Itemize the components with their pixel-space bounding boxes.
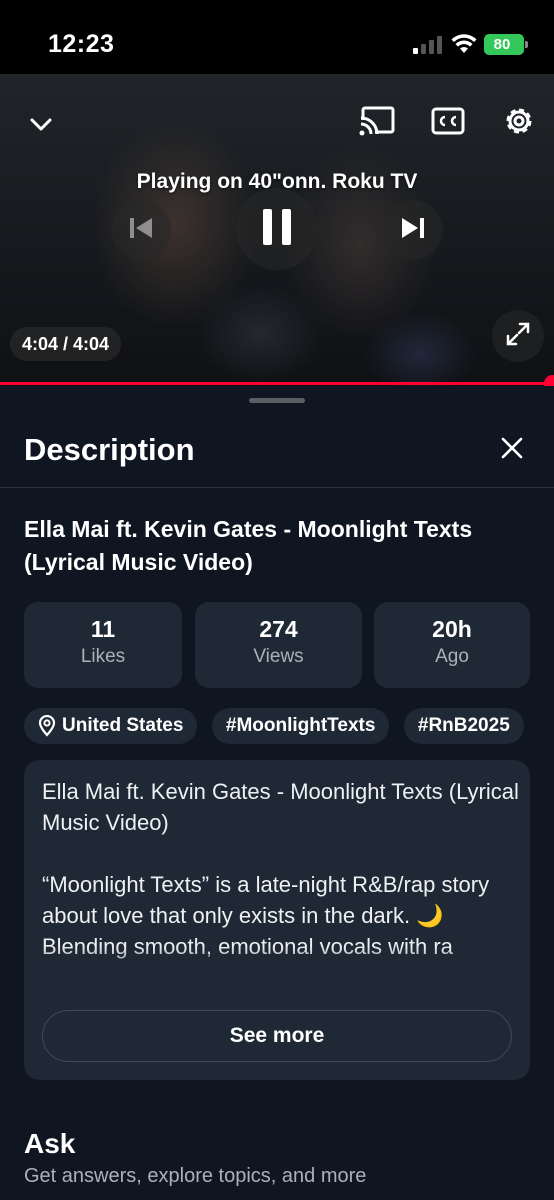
captions-icon[interactable] (430, 104, 466, 138)
ask-section-title: Ask (24, 1128, 76, 1159)
previous-button[interactable] (111, 200, 171, 260)
sheet-title: Description (24, 432, 195, 467)
pause-button[interactable] (236, 188, 318, 270)
close-button[interactable] (494, 432, 530, 468)
next-button[interactable] (383, 200, 443, 260)
chip-location[interactable]: United States (24, 708, 198, 744)
sheet-drag-handle[interactable] (249, 398, 305, 403)
description-sheet: Description Ella Mai ft. Kevin Gates - M… (0, 386, 554, 1200)
battery-indicator: 80 (484, 34, 528, 55)
fullscreen-icon (505, 321, 531, 352)
stat-value: 20h (432, 616, 472, 642)
stat-ago: 20h Ago (374, 602, 530, 688)
progress-bar[interactable] (0, 375, 554, 386)
settings-gear-icon[interactable] (500, 102, 538, 140)
chip-label: #MoonlightTexts (225, 715, 376, 736)
stat-value: 274 (259, 616, 298, 642)
chip-label: United States (62, 715, 184, 736)
close-icon (500, 436, 524, 465)
stat-label: Likes (80, 646, 126, 667)
stat-views: 274 Views (195, 602, 362, 688)
progress-bar-fill (0, 382, 554, 385)
chip-hashtag[interactable]: #RnB2025 (403, 708, 524, 744)
next-icon (400, 216, 426, 245)
description-paragraph: Ella Mai ft. Kevin Gates - Moonlight Tex… (42, 779, 519, 835)
status-bar: 12:23 80 (0, 0, 554, 74)
ask-section-subtitle: Get answers, explore topics, and more (24, 1165, 367, 1187)
description-card: Ella Mai ft. Kevin Gates - Moonlight Tex… (24, 760, 530, 1080)
stat-value: 11 (90, 616, 116, 642)
stat-label: Views (253, 646, 304, 667)
video-stats: 11 Likes 274 Views 20h Ago (24, 602, 530, 688)
pause-icon (261, 208, 293, 251)
stat-likes: 11 Likes (24, 602, 182, 688)
chip-hashtag[interactable]: #MoonlightTexts (211, 708, 390, 744)
chip-label: #RnB2025 (417, 715, 510, 736)
location-pin-icon (38, 715, 56, 737)
cellular-signal-icon (413, 36, 443, 54)
video-title: Ella Mai ft. Kevin Gates - Moonlight Tex… (24, 516, 473, 575)
description-paragraph: “Moonlight Texts” is a late-night R&B/ra… (42, 872, 490, 928)
see-more-button[interactable]: See more (42, 1010, 512, 1062)
playback-time: 4:04 / 4:04 (10, 327, 122, 361)
fullscreen-button[interactable] (492, 310, 544, 362)
video-player[interactable]: Playing on 40"onn. Roku TV 4:04 / 4:04 (0, 74, 554, 386)
wifi-icon (451, 33, 477, 55)
tag-chips: United States #MoonlightTexts #RnB2025 (24, 708, 554, 746)
description-fade (24, 946, 530, 994)
chevron-down-icon[interactable] (26, 110, 56, 140)
progress-scrubber[interactable] (544, 375, 554, 386)
previous-icon (128, 216, 154, 245)
description-text: Ella Mai ft. Kevin Gates - Moonlight Tex… (42, 776, 522, 962)
cast-icon[interactable] (358, 104, 396, 138)
status-time: 12:23 (48, 30, 115, 58)
divider (0, 487, 554, 488)
stat-label: Ago (435, 646, 469, 667)
